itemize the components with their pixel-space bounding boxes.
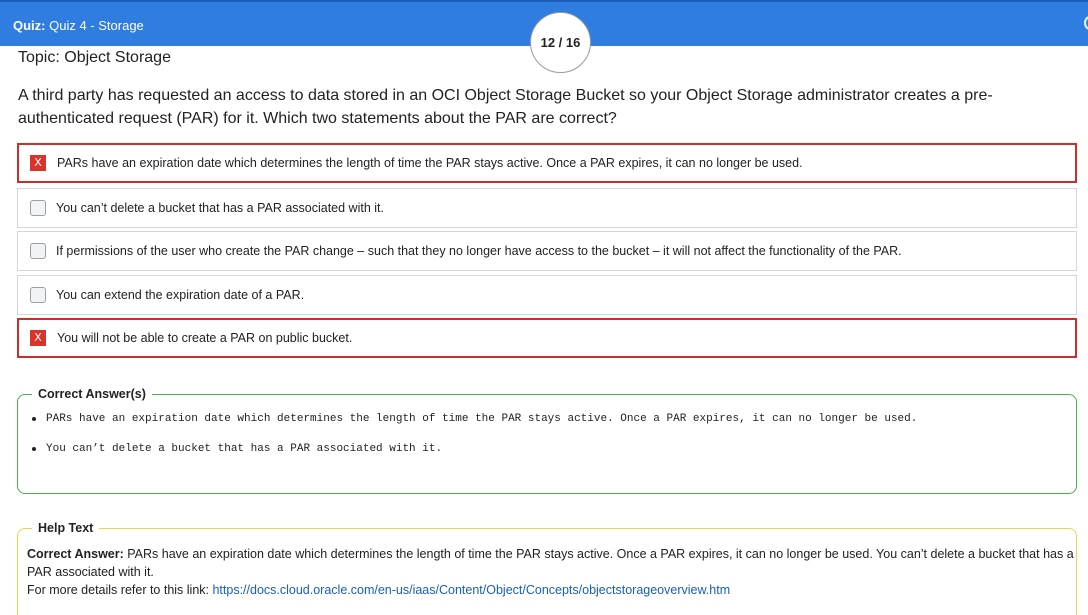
option-text: PARs have an expiration date which deter… — [57, 156, 803, 170]
help-details-label: For more details refer to this link: — [27, 583, 213, 597]
option-text: You can’t delete a bucket that has a PAR… — [56, 201, 384, 215]
option-text: You will not be able to create a PAR on … — [57, 331, 353, 345]
option-4[interactable]: You can extend the expiration date of a … — [17, 275, 1077, 315]
quiz-label: Quiz: — [13, 18, 46, 33]
correct-answers-list: PARs have an expiration date which deter… — [18, 401, 1076, 455]
topic-title: Topic: Object Storage — [18, 49, 171, 66]
checkbox[interactable] — [30, 200, 46, 216]
checkbox[interactable] — [30, 243, 46, 259]
help-answer-label: Correct Answer: — [27, 547, 124, 561]
option-1[interactable]: X PARs have an expiration date which det… — [17, 143, 1077, 183]
incorrect-x-icon: X — [30, 155, 46, 171]
option-3[interactable]: If permissions of the user who create th… — [17, 231, 1077, 271]
question-text: A third party has requested an access to… — [18, 87, 993, 127]
question-counter: 12 / 16 — [530, 12, 591, 73]
help-text-body: Correct Answer: PARs have an expiration … — [18, 535, 1076, 599]
help-text-box: Help Text Correct Answer: PARs have an e… — [17, 521, 1077, 615]
correct-answers-title: Correct Answer(s) — [38, 387, 146, 401]
correct-answer-item: You can’t delete a bucket that has a PAR… — [30, 443, 1076, 455]
help-text-title: Help Text — [38, 521, 94, 535]
header-edge-icon[interactable] — [1084, 16, 1088, 30]
option-text: If permissions of the user who create th… — [56, 244, 902, 258]
correct-answers-box: Correct Answer(s) PARs have an expiratio… — [17, 387, 1077, 494]
quiz-name: Quiz 4 - Storage — [49, 18, 144, 33]
docs-link[interactable]: https://docs.cloud.oracle.com/en-us/iaas… — [212, 583, 730, 597]
checkbox[interactable] — [30, 287, 46, 303]
incorrect-x-icon: X — [30, 330, 46, 346]
option-text: You can extend the expiration date of a … — [56, 288, 305, 302]
option-2[interactable]: You can’t delete a bucket that has a PAR… — [17, 188, 1077, 228]
correct-answer-item: PARs have an expiration date which deter… — [30, 413, 1076, 425]
option-5[interactable]: X You will not be able to create a PAR o… — [17, 318, 1077, 358]
help-answer-text: PARs have an expiration date which deter… — [27, 547, 1074, 579]
